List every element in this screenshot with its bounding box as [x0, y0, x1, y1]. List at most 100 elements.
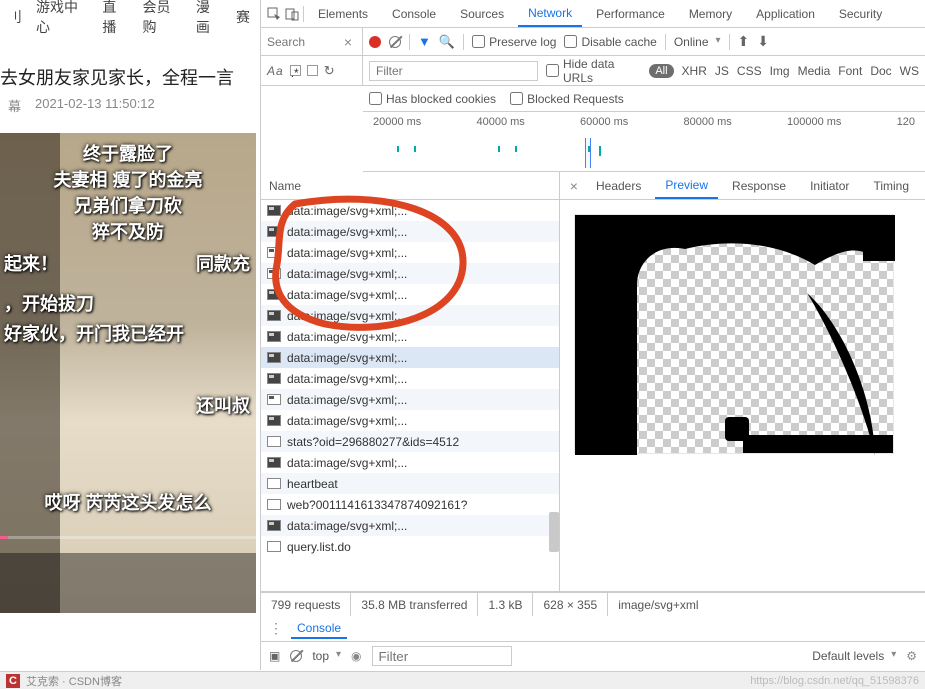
file-icon: [267, 415, 281, 426]
drawer-menu-icon[interactable]: ⋮: [269, 620, 283, 637]
filter-type-img[interactable]: Img: [770, 64, 790, 78]
request-row[interactable]: data:image/svg+xml;...: [261, 368, 559, 389]
filter-type-media[interactable]: Media: [798, 64, 831, 78]
console-drawer: ⋮ Console ▣ top ◉ Default levels ⚙: [261, 616, 925, 670]
request-row[interactable]: query.list.do: [261, 536, 559, 557]
console-filter-input[interactable]: [372, 646, 512, 666]
preserve-log-checkbox[interactable]: Preserve log: [472, 35, 556, 49]
waterfall-overview[interactable]: 20000 ms 40000 ms 60000 ms 80000 ms 1000…: [363, 112, 925, 172]
file-icon: [267, 247, 281, 258]
file-icon: [267, 478, 281, 489]
nav-item[interactable]: 直播: [102, 0, 128, 37]
record-icon[interactable]: [369, 36, 381, 48]
device-toolbar-icon[interactable]: [285, 7, 299, 21]
nav-item[interactable]: 游戏中心: [36, 0, 88, 37]
request-row[interactable]: data:image/svg+xml;...: [261, 263, 559, 284]
request-row[interactable]: data:image/svg+xml;...: [261, 305, 559, 326]
request-name: heartbeat: [287, 477, 338, 491]
filter-toggle-icon[interactable]: ▼: [418, 34, 431, 49]
inspect-element-icon[interactable]: [267, 7, 281, 21]
video-meta: 幕 2021-02-13 11:50:12: [0, 96, 258, 115]
tab-security[interactable]: Security: [829, 0, 892, 27]
console-clear-icon[interactable]: [290, 650, 302, 662]
request-row[interactable]: data:image/svg+xml;...: [261, 410, 559, 431]
console-settings-icon[interactable]: ⚙: [906, 649, 917, 663]
file-icon: [267, 541, 281, 552]
close-icon[interactable]: ×: [340, 34, 356, 50]
nav-item[interactable]: 刂: [8, 7, 22, 27]
detail-tab-initiator[interactable]: Initiator: [800, 172, 859, 199]
console-tab[interactable]: Console: [291, 619, 347, 639]
tab-memory[interactable]: Memory: [679, 0, 742, 27]
filter-type-font[interactable]: Font: [838, 64, 862, 78]
status-transferred: 35.8 MB transferred: [351, 593, 478, 616]
tab-application[interactable]: Application: [746, 0, 825, 27]
tab-title: 艾克索 · CSDN博客: [26, 673, 122, 689]
request-row[interactable]: data:image/svg+xml;...: [261, 284, 559, 305]
file-icon: [267, 499, 281, 510]
request-row[interactable]: data:image/svg+xml;...: [261, 242, 559, 263]
request-row[interactable]: data:image/svg+xml;...: [261, 515, 559, 536]
column-header-name[interactable]: Name: [261, 172, 559, 200]
filter-type-js[interactable]: JS: [715, 64, 729, 78]
video-progress-bar[interactable]: [0, 536, 256, 539]
detail-tab-preview[interactable]: Preview: [655, 172, 718, 199]
detail-tab-headers[interactable]: Headers: [586, 172, 651, 199]
scrollbar-thumb[interactable]: [549, 512, 559, 552]
request-name: query.list.do: [287, 540, 351, 554]
refresh-icon[interactable]: ↻: [324, 63, 335, 79]
disable-cache-checkbox[interactable]: Disable cache: [564, 35, 656, 49]
tab-network[interactable]: Network: [518, 0, 582, 27]
hide-data-urls-checkbox[interactable]: Hide data URLs: [546, 57, 641, 85]
nav-item[interactable]: 赛: [236, 7, 250, 27]
tab-elements[interactable]: Elements: [308, 0, 378, 27]
clear-icon[interactable]: [389, 36, 401, 48]
blocked-cookies-checkbox[interactable]: Has blocked cookies: [369, 92, 496, 106]
search-icon[interactable]: 🔍: [439, 34, 455, 50]
nav-item[interactable]: 漫画: [196, 0, 222, 37]
request-row[interactable]: heartbeat: [261, 473, 559, 494]
console-sidebar-icon[interactable]: ▣: [269, 649, 280, 663]
regex-icon[interactable]: .*: [290, 65, 301, 76]
filter-type-doc[interactable]: Doc: [870, 64, 891, 78]
request-row[interactable]: data:image/svg+xml;...: [261, 389, 559, 410]
request-row[interactable]: data:image/svg+xml;...: [261, 452, 559, 473]
detail-tab-timing[interactable]: Timing: [863, 172, 919, 199]
nav-item[interactable]: 会员购: [143, 0, 182, 37]
execution-context-select[interactable]: top: [312, 649, 341, 663]
request-list[interactable]: data:image/svg+xml;...data:image/svg+xml…: [261, 200, 559, 591]
status-size: 1.3 kB: [478, 593, 533, 616]
file-icon: [267, 436, 281, 447]
tab-sources[interactable]: Sources: [450, 0, 514, 27]
close-detail-icon[interactable]: ×: [566, 178, 582, 194]
upload-har-icon[interactable]: ⬆: [738, 33, 750, 50]
search-input-box[interactable]: [307, 65, 318, 76]
filter-type-ws[interactable]: WS: [900, 64, 919, 78]
live-expression-icon[interactable]: ◉: [351, 649, 361, 663]
match-case-icon[interactable]: Aa: [267, 64, 284, 78]
filter-type-all[interactable]: All: [649, 64, 673, 78]
download-har-icon[interactable]: ⬇: [757, 33, 769, 50]
file-icon: [267, 394, 281, 405]
request-row[interactable]: stats?oid=296880277&ids=4512: [261, 431, 559, 452]
video-player[interactable]: 终于露脸了 夫妻相 瘦了的金亮 兄弟们拿刀砍 猝不及防 起来！ 同款充 ，开始拔…: [0, 133, 256, 613]
search-label[interactable]: Search: [267, 35, 340, 49]
tab-console[interactable]: Console: [382, 0, 446, 27]
request-row[interactable]: data:image/svg+xml;...: [261, 221, 559, 242]
request-row[interactable]: data:image/svg+xml;...: [261, 326, 559, 347]
filter-type-xhr[interactable]: XHR: [682, 64, 707, 78]
tab-performance[interactable]: Performance: [586, 0, 675, 27]
file-icon: [267, 289, 281, 300]
request-row[interactable]: data:image/svg+xml;...: [261, 347, 559, 368]
file-icon: [267, 205, 281, 216]
devtools-tabs: Elements Console Sources Network Perform…: [261, 0, 925, 28]
filter-type-css[interactable]: CSS: [737, 64, 762, 78]
request-row[interactable]: web?0011141613347874092161?: [261, 494, 559, 515]
request-row[interactable]: data:image/svg+xml;...: [261, 200, 559, 221]
log-levels-select[interactable]: Default levels: [812, 649, 896, 663]
meta-time: 2021-02-13 11:50:12: [35, 96, 155, 115]
filter-input[interactable]: [369, 61, 538, 81]
detail-tab-response[interactable]: Response: [722, 172, 796, 199]
throttling-select[interactable]: Online: [674, 35, 721, 49]
blocked-requests-checkbox[interactable]: Blocked Requests: [510, 92, 624, 106]
